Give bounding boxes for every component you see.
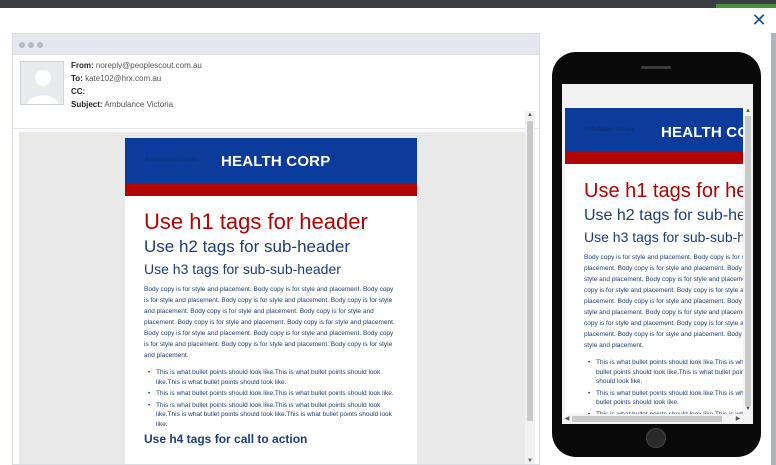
mobile-email-banner: Ambulance Victoria HEALTH CORP	[565, 108, 753, 152]
mobile-banner-logo-text: Ambulance Victoria	[583, 127, 635, 133]
bullet-item: This is what bullet points should look l…	[148, 368, 398, 387]
scroll-down-icon[interactable]: ▼	[525, 457, 535, 464]
subject-label: Subject:	[71, 100, 103, 109]
mobile-horizontal-scrollbar[interactable]: ◀ ▶	[562, 414, 743, 424]
mobile-bullet-item: This is what bullet points should look l…	[588, 389, 753, 408]
mobile-vertical-scrollbar[interactable]: ▲ ▼	[743, 106, 753, 424]
heading-h3: Use h3 tags for sub-sub-header	[144, 261, 341, 277]
email-meta: From: noreply@peoplescout.com.au To: kat…	[71, 59, 202, 111]
email-template: Ambulance Victoria HEALTH CORP Use h1 ta…	[125, 138, 417, 464]
window-dot-icon	[37, 42, 43, 48]
subject-row: Subject: Ambulance Victoria	[71, 98, 202, 111]
mobile-scrollbar-thumb[interactable]	[745, 116, 751, 406]
window-dot-icon	[28, 42, 34, 48]
mobile-heading-h1: Use h1 tags for header	[584, 180, 753, 202]
heading-h2: Use h2 tags for sub-header	[144, 237, 351, 256]
mobile-preview-phone: Ambulance Victoria HEALTH CORP Use h1 ta…	[552, 52, 761, 457]
from-value: noreply@peoplescout.com.au	[95, 61, 202, 70]
subject-value: Ambulance Victoria	[104, 100, 174, 109]
bullet-list: This is what bullet points should look l…	[144, 368, 398, 429]
email-banner: Ambulance Victoria HEALTH CORP	[125, 138, 417, 184]
email-body-scroll-area[interactable]: Ambulance Victoria HEALTH CORP Use h1 ta…	[19, 132, 533, 464]
mobile-email-template: Ambulance Victoria HEALTH CORP Use h1 ta…	[565, 108, 753, 424]
desktop-preview-window: From: noreply@peoplescout.com.au To: kat…	[12, 33, 540, 465]
to-value: kate102@hrx.com.au	[85, 74, 162, 83]
bullet-item: This is what bullet points should look l…	[148, 401, 398, 430]
mobile-scroll-down-icon[interactable]: ▼	[743, 404, 753, 414]
email-content: Use h1 tags for header Use h2 tags for s…	[125, 196, 417, 446]
to-row: To: kate102@hrx.com.au	[71, 72, 202, 85]
body-copy: Body copy is for style and placement. Bo…	[144, 286, 395, 359]
mobile-scroll-left-icon[interactable]: ◀	[562, 414, 572, 424]
banner-logo-text: Ambulance Victoria	[145, 157, 197, 163]
phone-screen[interactable]: Ambulance Victoria HEALTH CORP Use h1 ta…	[562, 84, 753, 424]
close-icon[interactable]: ✕	[750, 11, 768, 29]
mobile-hscrollbar-thumb[interactable]	[572, 416, 722, 422]
mobile-body-copy: Body copy is for style and placement. Bo…	[584, 254, 753, 349]
user-silhouette-icon	[21, 62, 63, 104]
mobile-bullet-item: This is what bullet points should look l…	[588, 358, 753, 387]
mobile-banner-red-stripe	[565, 152, 753, 164]
mobile-heading-h3: Use h3 tags for sub-sub-header	[584, 229, 753, 245]
mobile-heading-h2: Use h2 tags for sub-header	[584, 207, 753, 224]
bullet-item: This is what bullet points should look l…	[148, 389, 398, 399]
mobile-email-content: Use h1 tags for header Use h2 tags for s…	[565, 164, 753, 424]
vertical-scrollbar[interactable]: ▲ ▼	[525, 111, 535, 464]
right-edge-frame	[771, 33, 776, 465]
from-label: From:	[71, 61, 94, 70]
heading-h1: Use h1 tags for header	[144, 209, 368, 234]
banner-brand: HEALTH CORP	[221, 153, 331, 170]
window-dot-icon	[19, 42, 25, 48]
phone-speaker-icon	[641, 66, 671, 69]
avatar	[20, 61, 64, 105]
email-header: From: noreply@peoplescout.com.au To: kat…	[13, 55, 539, 129]
cc-row: CC:	[71, 85, 202, 98]
heading-h4: Use h4 tags for call to action	[144, 432, 308, 446]
mobile-scroll-right-icon[interactable]: ▶	[733, 414, 743, 424]
mobile-banner-brand: HEALTH CORP	[661, 124, 753, 141]
scrollbar-thumb[interactable]	[527, 121, 533, 421]
to-label: To:	[71, 74, 83, 83]
top-bar	[0, 0, 776, 8]
window-title-bar	[13, 34, 539, 55]
mobile-scroll-up-icon[interactable]: ▲	[743, 106, 753, 116]
scroll-up-icon[interactable]: ▲	[525, 111, 535, 120]
top-bar-accent	[716, 4, 776, 8]
phone-home-button-icon	[646, 428, 666, 448]
banner-red-stripe	[125, 184, 417, 196]
cc-label: CC:	[71, 87, 86, 96]
from-row: From: noreply@peoplescout.com.au	[71, 59, 202, 72]
